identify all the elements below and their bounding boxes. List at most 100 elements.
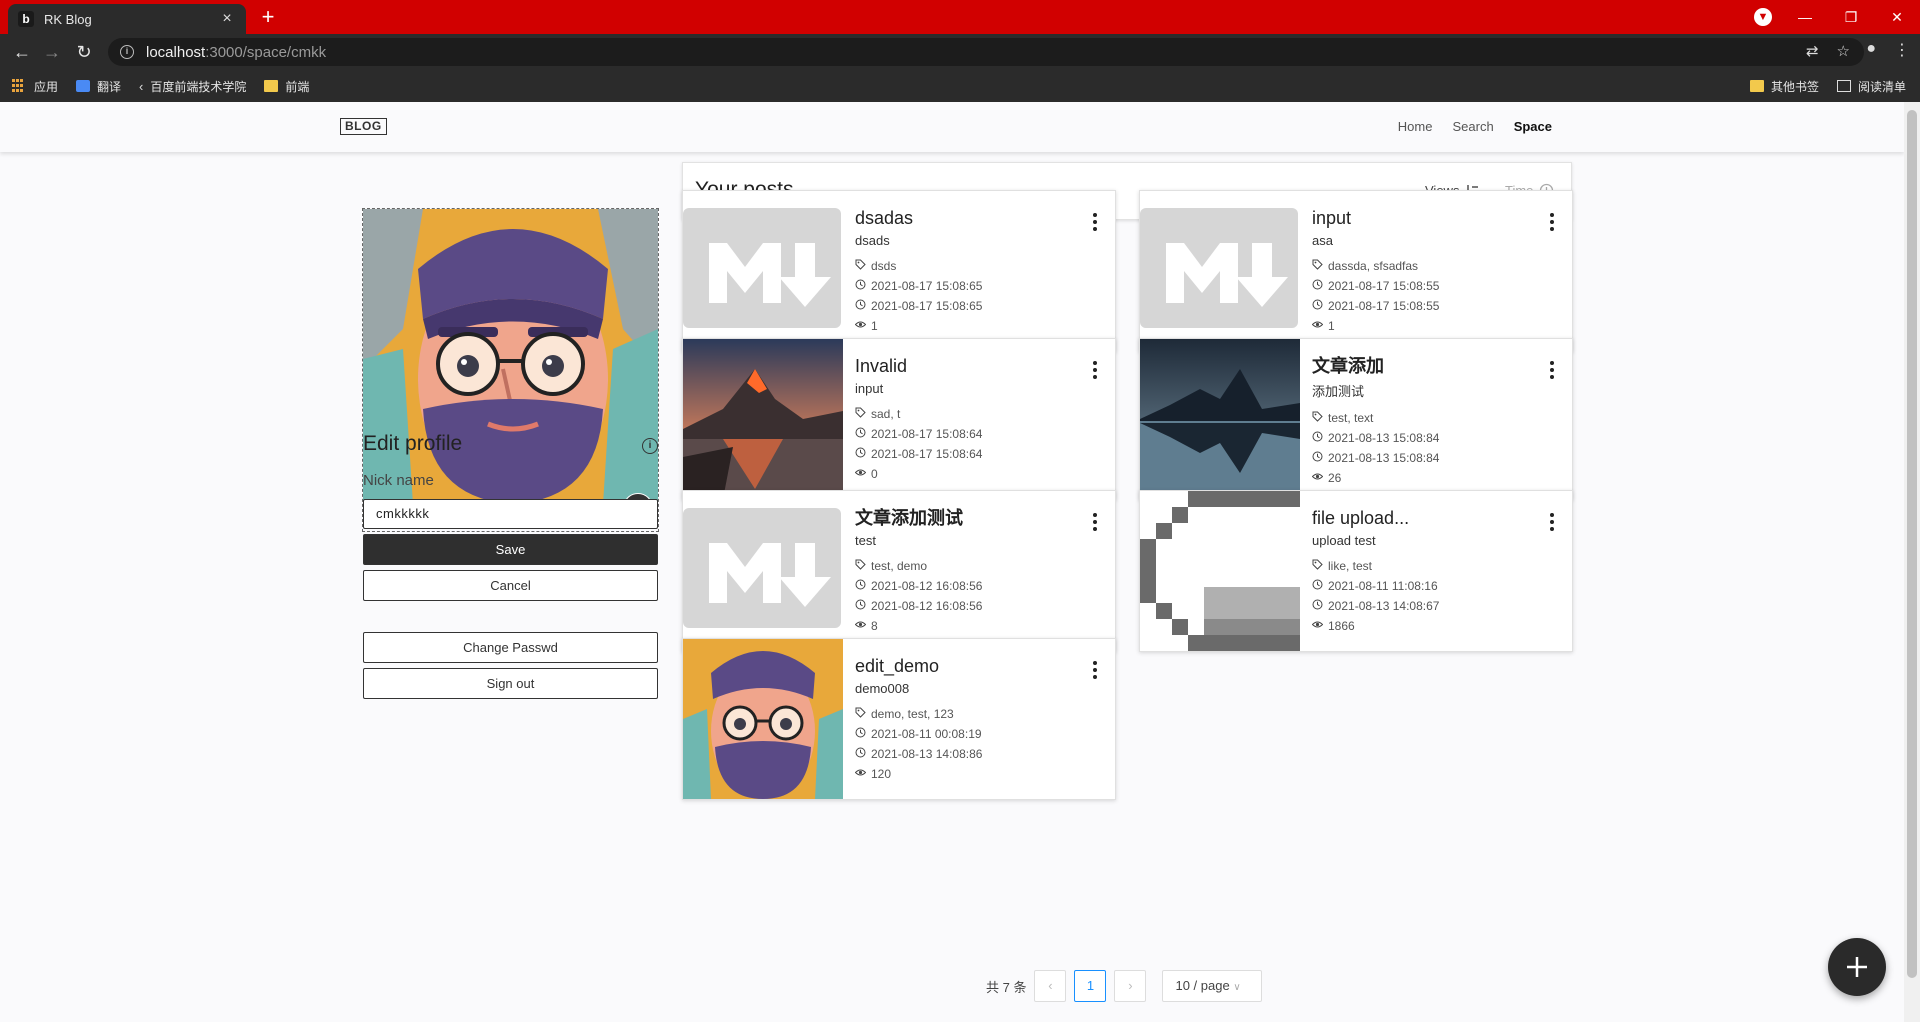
post-thumbnail[interactable] (1140, 191, 1300, 351)
reading-list[interactable]: 阅读清单 (1836, 78, 1906, 95)
site-info-icon[interactable]: i (120, 45, 134, 59)
browser-tab[interactable]: b RK Blog × (8, 4, 246, 34)
page-1-button[interactable]: 1 (1074, 970, 1107, 1002)
pagination: 共 7 条 ‹ 1 › 10 / page ∨ (986, 970, 1263, 1002)
post-views: 1 (854, 316, 1095, 336)
bookmark-label: 阅读清单 (1857, 79, 1906, 94)
edit-profile-info-icon[interactable]: i (642, 438, 658, 454)
bookmark-apps[interactable]: 应用 (12, 78, 58, 95)
browser-titlebar: b RK Blog × + ▼ — ❐ ✕ (0, 0, 1920, 34)
post-menu-icon[interactable] (1093, 513, 1097, 531)
clock-icon (855, 579, 871, 593)
sign-out-button[interactable]: Sign out (363, 668, 658, 699)
nav-space[interactable]: Space (1514, 119, 1552, 134)
post-title[interactable]: 文章添加测试 (855, 507, 1095, 529)
nav-search[interactable]: Search (1452, 119, 1493, 134)
back-icon[interactable]: ← (10, 40, 34, 64)
post-thumbnail[interactable] (1140, 339, 1300, 499)
forward-icon[interactable]: → (40, 40, 64, 64)
post-card[interactable]: edit_demo demo008 demo, test, 123 2021-08-1… (682, 638, 1116, 800)
reload-icon[interactable]: ↻ (72, 40, 96, 64)
eye-icon (1311, 319, 1328, 333)
save-button[interactable]: Save (363, 534, 658, 565)
add-post-button[interactable] (1828, 938, 1886, 996)
post-title[interactable]: Invalid (855, 355, 1095, 377)
post-menu-icon[interactable] (1093, 213, 1097, 231)
site-logo[interactable]: BLOG (340, 118, 387, 135)
post-tags-text: like, test (1328, 559, 1373, 573)
new-tab-icon[interactable]: + (256, 5, 280, 29)
post-updated-text: 2021-08-13 14:08:67 (1328, 599, 1440, 613)
post-title[interactable]: input (1312, 207, 1552, 229)
scrollbar-thumb[interactable] (1907, 110, 1917, 978)
bookmark-frontend-folder[interactable]: 前端 (264, 78, 309, 95)
minimize-icon[interactable]: — (1782, 9, 1828, 25)
post-views-text: 8 (871, 619, 878, 633)
bookmarks-bar: 应用 翻译 ‹ 百度前端技术学院 前端 其他书签 阅读清单 (0, 70, 1920, 102)
post-thumbnail[interactable] (1140, 491, 1300, 651)
clock-icon (855, 727, 871, 741)
change-password-button[interactable]: Change Passwd (363, 632, 658, 663)
post-updated: 2021-08-17 15:08:64 (855, 444, 1095, 464)
bookmark-label: 翻译 (97, 79, 122, 94)
post-menu-icon[interactable] (1093, 361, 1097, 379)
close-window-icon[interactable]: ✕ (1874, 9, 1920, 26)
page-scrollbar[interactable] (1904, 102, 1920, 1032)
post-card[interactable]: input asa dassda, sfsadfas 2021-08-17 15:08… (1139, 190, 1573, 352)
address-bar[interactable]: i localhost:3000/space/cmkk ⇄ ☆ (108, 38, 1864, 66)
post-updated: 2021-08-13 15:08:84 (1312, 448, 1552, 468)
post-title[interactable]: dsadas (855, 207, 1095, 229)
post-card[interactable]: 文章添加测试 test test, demo 2021-08-12 16:08:56 2… (682, 490, 1116, 652)
post-card[interactable]: file upload... upload test like, test 2021-… (1139, 490, 1573, 652)
post-updated-text: 2021-08-17 15:08:55 (1328, 299, 1440, 313)
post-menu-icon[interactable] (1550, 513, 1554, 531)
post-title[interactable]: 文章添加 (1312, 355, 1552, 377)
cancel-button[interactable]: Cancel (363, 570, 658, 601)
next-page-button[interactable]: › (1114, 970, 1147, 1002)
post-tags: dsds (855, 256, 1095, 276)
post-menu-icon[interactable] (1550, 213, 1554, 231)
post-updated-text: 2021-08-12 16:08:56 (871, 599, 983, 613)
account-icon[interactable]: ● (1866, 40, 1876, 60)
prev-page-button[interactable]: ‹ (1034, 970, 1067, 1002)
restore-icon[interactable]: ❐ (1828, 9, 1874, 26)
post-menu-icon[interactable] (1093, 661, 1097, 679)
post-created: 2021-08-17 15:08:64 (855, 424, 1095, 444)
chevron-down-icon: ∨ (1233, 982, 1241, 993)
bookmark-other-folder[interactable]: 其他书签 (1749, 78, 1819, 95)
post-menu-icon[interactable] (1550, 361, 1554, 379)
post-tags-text: test, demo (871, 559, 928, 573)
folder-icon (1749, 80, 1764, 92)
tag-icon (1312, 259, 1328, 273)
nav-home[interactable]: Home (1398, 119, 1433, 134)
translate-icon[interactable]: ⇄ (1806, 42, 1819, 60)
tab-close-icon[interactable]: × (218, 10, 236, 28)
bookmark-star-icon[interactable]: ☆ (1837, 42, 1850, 60)
post-tags: test, demo (855, 556, 1095, 576)
page: BLOG Home Search Space Edit profile i Ni… (0, 102, 1920, 1032)
post-thumbnail[interactable] (683, 639, 843, 799)
post-card[interactable]: 文章添加 添加测试 test, text 2021-08-13 15:08:84 202… (1139, 338, 1573, 500)
post-tags-text: sad, t (871, 407, 901, 421)
bookmark-baidu[interactable]: ‹ 百度前端技术学院 (139, 78, 246, 95)
post-thumbnail[interactable] (683, 191, 843, 351)
post-title[interactable]: edit_demo (855, 655, 1095, 677)
post-thumbnail[interactable] (683, 339, 843, 499)
post-updated-text: 2021-08-13 15:08:84 (1328, 451, 1440, 465)
window-controls: — ❐ ✕ (1782, 0, 1920, 34)
bookmark-label: 前端 (285, 79, 310, 94)
post-created-text: 2021-08-17 15:08:65 (871, 279, 983, 293)
site-navbar: BLOG Home Search Space (0, 102, 1904, 152)
avatar-image[interactable] (363, 209, 658, 504)
chrome-extension-icon[interactable]: ▼ (1754, 8, 1772, 26)
bookmark-translate[interactable]: 翻译 (76, 78, 121, 95)
page-size-select[interactable]: 10 / page ∨ (1162, 970, 1263, 1002)
post-thumbnail[interactable] (683, 491, 843, 651)
menu-icon[interactable]: ⋮ (1894, 40, 1910, 60)
post-title[interactable]: file upload... (1312, 507, 1552, 529)
post-tags-text: test, text (1328, 411, 1374, 425)
post-card[interactable]: Invalid input sad, t 2021-08-17 15:08:64 202… (682, 338, 1116, 500)
post-card[interactable]: dsadas dsads dsds 2021-08-17 15:08:65 2021-0… (682, 190, 1116, 352)
post-created: 2021-08-17 15:08:55 (1312, 276, 1552, 296)
nickname-input[interactable]: cmkkkkk (363, 499, 658, 529)
